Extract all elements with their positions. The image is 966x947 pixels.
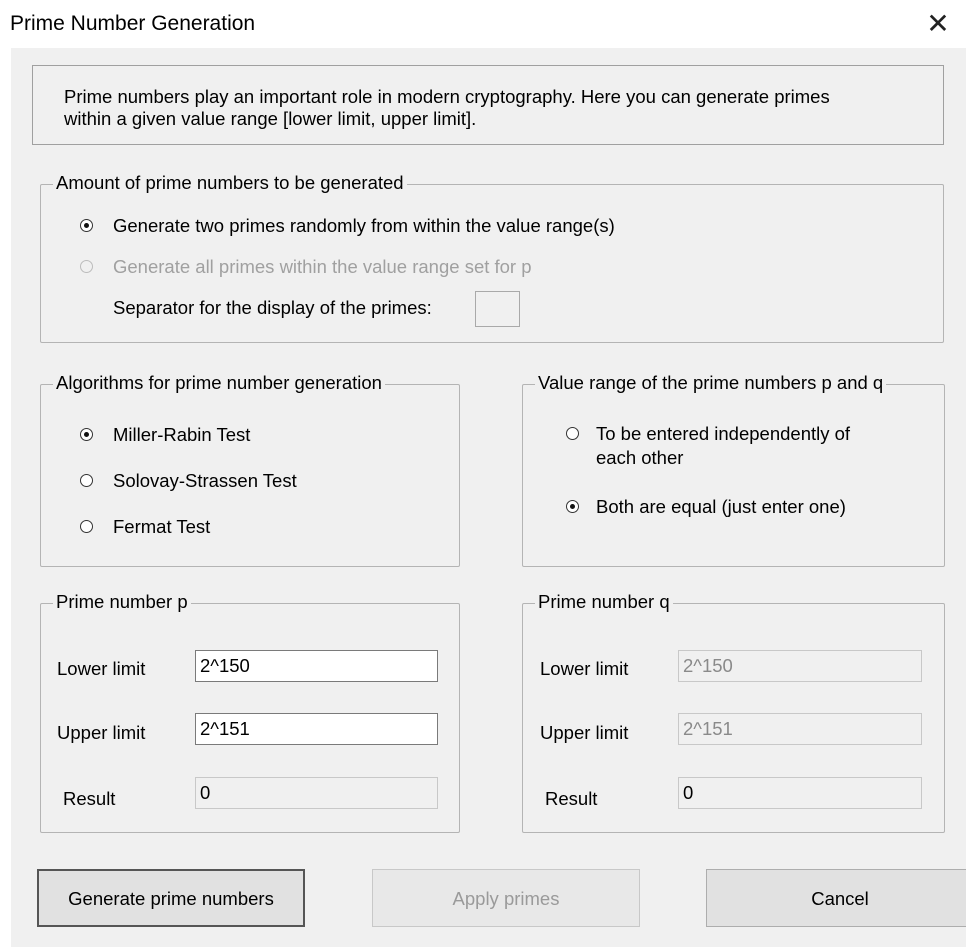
label-both-equal[interactable]: Both are equal (just enter one) xyxy=(596,496,846,518)
prime-q-group-legend: Prime number q xyxy=(535,592,673,612)
radio-miller-rabin[interactable] xyxy=(80,428,93,441)
prime-p-result-label: Result xyxy=(63,788,116,809)
radio-solovay-strassen[interactable] xyxy=(80,474,93,487)
info-text: Prime numbers play an important role in … xyxy=(64,86,944,130)
close-icon[interactable]: ✕ xyxy=(920,6,956,42)
radio-fermat[interactable] xyxy=(80,520,93,533)
info-line-1: Prime numbers play an important role in … xyxy=(64,86,830,107)
radio-both-equal[interactable] xyxy=(566,500,579,513)
generate-primes-button[interactable]: Generate prime numbers xyxy=(37,869,305,927)
label-generate-random[interactable]: Generate two primes randomly from within… xyxy=(113,215,615,237)
label-independent-line-1[interactable]: To be entered independently of xyxy=(596,423,850,445)
value-range-group-legend: Value range of the prime numbers p and q xyxy=(535,373,887,393)
radio-independent[interactable] xyxy=(566,427,579,440)
prime-q-lower-input xyxy=(678,650,922,682)
prime-p-result-field xyxy=(195,777,438,809)
prime-q-result-field xyxy=(678,777,922,809)
apply-primes-button[interactable]: Apply primes xyxy=(372,869,640,927)
label-fermat[interactable]: Fermat Test xyxy=(113,516,210,538)
prime-q-upper-label: Upper limit xyxy=(540,722,629,743)
prime-q-result-label: Result xyxy=(545,788,598,809)
label-generate-all: Generate all primes within the value ran… xyxy=(113,256,532,277)
label-solovay-strassen[interactable]: Solovay-Strassen Test xyxy=(113,470,297,492)
label-independent-line-2[interactable]: each other xyxy=(596,447,683,469)
title-bar: Prime Number Generation ✕ xyxy=(0,0,966,48)
label-separator: Separator for the display of the primes: xyxy=(113,297,432,318)
prime-p-group-legend: Prime number p xyxy=(53,592,191,612)
info-line-2: within a given value range [lower limit,… xyxy=(64,108,477,129)
window-title: Prime Number Generation xyxy=(10,12,256,35)
radio-generate-random[interactable] xyxy=(80,219,93,232)
value-range-group xyxy=(522,384,945,567)
separator-input[interactable] xyxy=(475,291,520,327)
algorithms-group-legend: Algorithms for prime number generation xyxy=(53,373,385,393)
prime-p-lower-label: Lower limit xyxy=(57,658,146,679)
prime-p-upper-input[interactable] xyxy=(195,713,438,745)
amount-group-legend: Amount of prime numbers to be generated xyxy=(53,173,407,193)
label-miller-rabin[interactable]: Miller-Rabin Test xyxy=(113,424,250,446)
prime-q-upper-input xyxy=(678,713,922,745)
cancel-button[interactable]: Cancel xyxy=(706,869,966,927)
prime-p-lower-input[interactable] xyxy=(195,650,438,682)
prime-p-upper-label: Upper limit xyxy=(57,722,146,743)
prime-q-lower-label: Lower limit xyxy=(540,658,629,679)
radio-generate-all xyxy=(80,260,93,273)
